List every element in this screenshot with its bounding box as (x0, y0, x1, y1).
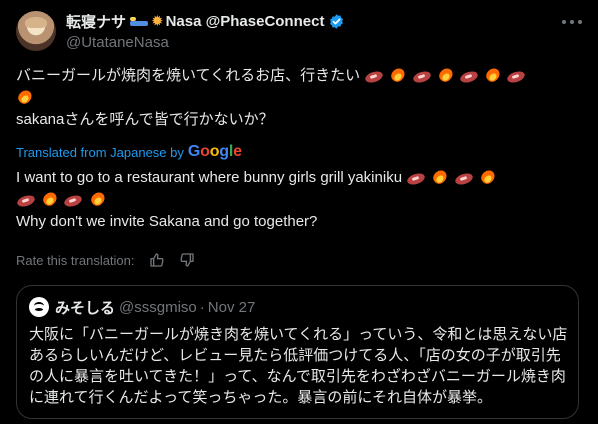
fire-icon (89, 190, 107, 208)
translation-line-1: I want to go to a restaurant where bunny… (16, 167, 582, 189)
meat-icon (454, 171, 475, 186)
more-options-icon[interactable] (562, 15, 582, 29)
translation-line-2 (16, 189, 582, 211)
meat-icon (16, 193, 37, 208)
sun-icon: ✹ (151, 13, 164, 30)
translation-notice: Translated from Japanese by Google (16, 143, 242, 161)
fire-icon (389, 66, 407, 84)
fire-icon (437, 66, 455, 84)
translation-notice-label: Translated from Japanese by (16, 144, 184, 160)
google-logo: Google (188, 143, 242, 161)
thumbs-up-icon[interactable] (149, 252, 165, 268)
fire-icon (41, 190, 59, 208)
bed-icon (129, 16, 149, 28)
tweet-original-text: バニーガールが焼肉を焼いてくれるお店、行きたい sakanaさんを呼んで皆で行か… (16, 65, 582, 131)
quoted-tweet[interactable]: みそしる @sssgmiso · Nov 27 大阪に「バニーガールが焼き肉を焼… (16, 285, 579, 419)
translated-text: I want to go to a restaurant where bunny… (16, 167, 582, 233)
quote-line: あるらしいんだけど、レビュー見たら低評価つけてる人、「店の女の子が取引先 (29, 347, 561, 364)
translation-line-1-text: I want to go to a restaurant where bunny… (16, 169, 403, 186)
author-display-name[interactable]: 転寝ナサ (66, 11, 126, 32)
meat-icon (63, 193, 84, 208)
verified-icon[interactable] (328, 13, 345, 30)
tweet-header: 転寝ナサ ✹ Nasa @PhaseConnect @UtataneNasa (16, 11, 582, 55)
fire-icon (484, 66, 502, 84)
quote-author-handle[interactable]: @sssgmiso (119, 299, 197, 316)
rate-translation: Rate this translation: (16, 250, 195, 270)
tweet-line-1: バニーガールが焼肉を焼いてくれるお店、行きたい (16, 65, 582, 87)
quote-separator: · (199, 298, 205, 316)
meat-icon (459, 69, 480, 84)
quote-line: に連れて行くんだよって笑っちゃった。暴言の前にそれ自体が暴挙。 (29, 389, 493, 406)
google-letter-2: o (200, 143, 210, 160)
fire-icon (431, 168, 449, 186)
author-handle[interactable]: @UtataneNasa (66, 34, 169, 51)
translation-line-3: Why don't we invite Sakana and go togeth… (16, 213, 318, 230)
quote-date[interactable]: Nov 27 (208, 299, 256, 316)
google-letter-1: G (187, 143, 201, 160)
rate-translation-label: Rate this translation: (16, 252, 135, 268)
tweet-line-3: sakanaさんを呼んで皆で行かないか？ (16, 111, 274, 128)
tweet-line-1-text: バニーガールが焼肉を焼いてくれるお店、行きたい (16, 67, 361, 84)
google-letter-4: g (219, 143, 229, 160)
meat-icon (364, 69, 385, 84)
thumbs-down-icon[interactable] (179, 252, 195, 268)
quote-author-avatar[interactable] (29, 297, 49, 317)
tweet-line-2 (16, 87, 582, 109)
google-letter-3: o (209, 143, 220, 160)
quote-text: 大阪に「バニーガールが焼き肉を焼いてくれる」っていう、令和とは思えない店 あるら… (29, 324, 569, 408)
fire-icon (479, 168, 497, 186)
quote-header: みそしる @sssgmiso · Nov 27 (29, 297, 255, 317)
meat-icon (412, 69, 433, 84)
author-display-name-suffix[interactable]: Nasa @PhaseConnect (166, 13, 325, 30)
meat-icon (506, 69, 527, 84)
author-name-row[interactable]: 転寝ナサ ✹ Nasa @PhaseConnect (66, 12, 345, 31)
fire-icon (16, 88, 34, 106)
google-letter-6: e (233, 143, 242, 160)
author-avatar[interactable] (16, 11, 56, 51)
quote-author-name[interactable]: みそしる (55, 297, 115, 318)
meat-icon (406, 171, 427, 186)
quote-line: の人に暴言を吐いてきた！」って、なんで取引先をわざわざバニーガール焼き肉 (29, 368, 566, 385)
quote-line: 大阪に「バニーガールが焼き肉を焼いてくれる」っていう、令和とは思えない店 (29, 326, 568, 343)
